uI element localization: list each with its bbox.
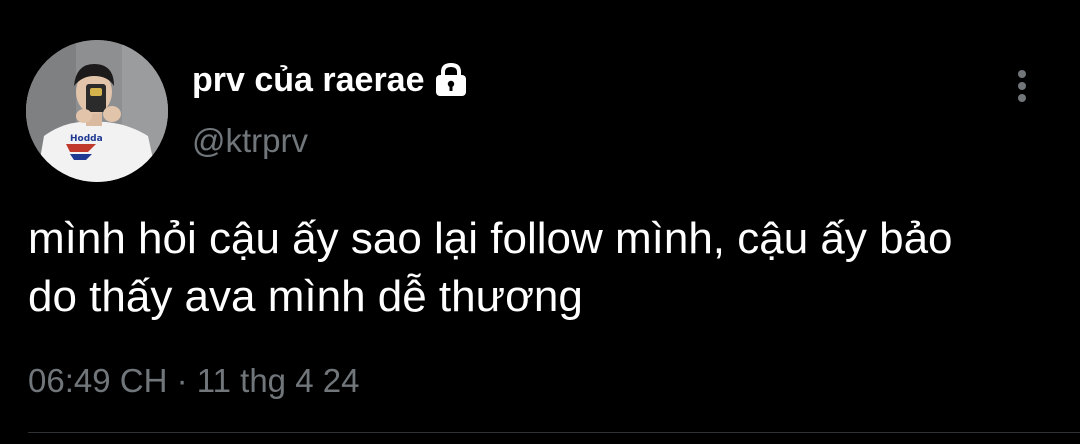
svg-text:Hodda: Hodda [70,134,103,144]
user-handle[interactable]: @ktrprv [192,122,308,160]
avatar[interactable]: Hodda [26,40,168,182]
tweet-timestamp[interactable]: 06:49 CH · 11 thg 4 24 [28,362,359,400]
display-name[interactable]: prv của raerae [192,61,425,100]
divider [28,432,1080,433]
display-name-row: prv của raerae [192,58,469,102]
more-vertical-icon[interactable] [1008,66,1036,106]
tweet-text: mình hỏi cậu ấy sao lại follow mình, cậu… [28,214,953,321]
avatar-photo: Hodda [26,40,168,182]
lock-icon [433,62,469,98]
tweet-card: Hodda prv của raerae @ktrprv mình hỏi cậ… [0,0,1080,444]
